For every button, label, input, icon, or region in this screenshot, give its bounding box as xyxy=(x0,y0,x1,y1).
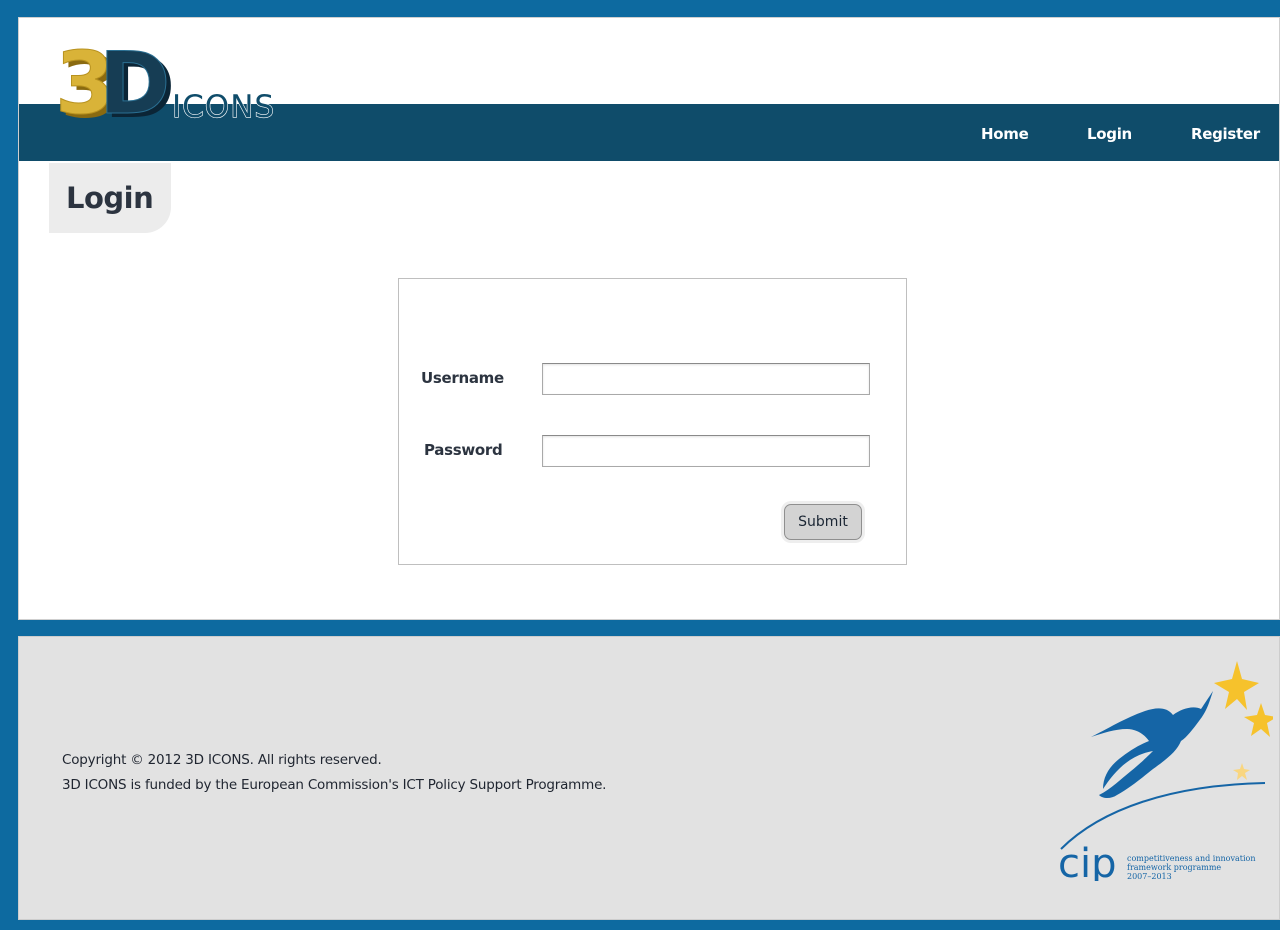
username-label: Username xyxy=(421,369,504,387)
password-label: Password xyxy=(424,441,503,459)
page-title: Login xyxy=(66,181,154,215)
footer: Copyright © 2012 3D ICONS. All rights re… xyxy=(18,636,1280,920)
3d-icons-logo[interactable]: 3 3 D D ICONS xyxy=(55,31,305,124)
submit-button[interactable]: Submit xyxy=(784,504,862,540)
logo-d-glyph: D xyxy=(99,34,170,123)
cip-tagline-1: competitiveness and innovation xyxy=(1127,854,1255,863)
star-large-icon xyxy=(1214,661,1259,710)
cip-acronym: cip xyxy=(1058,841,1117,881)
username-input[interactable] xyxy=(542,363,870,395)
star-small-icon xyxy=(1233,763,1250,780)
cip-years: 2007–2013 xyxy=(1127,872,1172,881)
nav-register-link[interactable]: Register xyxy=(1191,125,1260,143)
copyright-text: Copyright © 2012 3D ICONS. All rights re… xyxy=(62,752,382,768)
cip-tagline-2: framework programme xyxy=(1127,863,1221,872)
funding-text: 3D ICONS is funded by the European Commi… xyxy=(62,777,607,793)
nav-login-link[interactable]: Login xyxy=(1087,125,1132,143)
logo-wordmark: ICONS xyxy=(172,89,275,123)
login-form: Username Password Submit xyxy=(398,278,907,565)
swoosh-arc xyxy=(1060,782,1266,850)
nav-home-link[interactable]: Home xyxy=(981,125,1029,143)
page-frame: 3 3 D D ICONS Home Login Register Login … xyxy=(18,17,1280,620)
cip-programme-logo: cip competitiveness and innovation frame… xyxy=(1058,661,1273,881)
password-input[interactable] xyxy=(542,435,870,467)
star-medium-icon xyxy=(1244,703,1273,737)
antelope-icon xyxy=(1091,691,1213,798)
